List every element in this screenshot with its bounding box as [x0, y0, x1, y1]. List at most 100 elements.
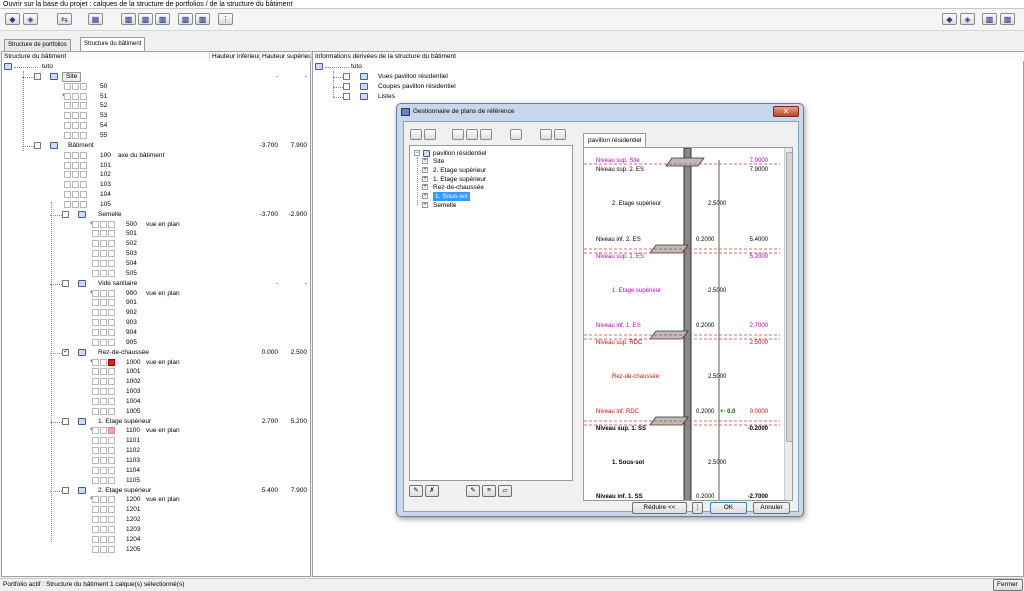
story-es2: 2. Etage supérieur: [612, 201, 662, 207]
scroll-thumb[interactable]: [786, 152, 792, 442]
level-es2-inf: Niveau inf. 2. ES: [596, 237, 641, 243]
close-button[interactable]: Fermer: [993, 579, 1023, 591]
story-row[interactable]: Rez-de-chaussée 0.000 2.500: [50, 347, 310, 358]
value-ss-sup: -0.2000: [747, 426, 768, 432]
height-es2: 2.5000: [708, 201, 727, 207]
story-row[interactable]: 1. Etage supérieur 2.700 5.200: [50, 417, 310, 427]
layer-tool-icon-3[interactable]: ▩: [155, 13, 170, 25]
story-icon: [78, 486, 86, 494]
dialog-title: Gestionnaire de plans de référence: [413, 108, 515, 115]
dlg-eraser-icon[interactable]: [424, 129, 436, 140]
close-icon[interactable]: ✕: [773, 106, 799, 117]
open-icon[interactable]: ◆: [5, 13, 20, 25]
layer-tool-icon-right-2[interactable]: ▩: [1000, 13, 1015, 25]
swap-icon[interactable]: ⇆: [57, 13, 72, 25]
sections-checkbox[interactable]: [343, 83, 350, 90]
value-es2-sup: 7.9000: [749, 167, 768, 173]
story-rdc: Rez-de-chaussée: [612, 374, 660, 380]
dlg-list-icon[interactable]: [510, 129, 522, 140]
site-checkbox[interactable]: [34, 72, 41, 80]
window-title: Ouvrir sur la base du projet : calques d…: [0, 0, 1024, 9]
lists-checkbox[interactable]: [343, 93, 350, 100]
story-icon: [78, 348, 86, 356]
reduce-button[interactable]: Réduire <<: [632, 502, 687, 514]
dlg-tool-icon-3[interactable]: [480, 129, 492, 140]
story-checkbox[interactable]: [62, 417, 69, 425]
story-row[interactable]: Semelle -3.700 -2.900: [50, 210, 310, 220]
gap-ss: 0.2000: [696, 494, 715, 500]
value-rdc-sup: 2.5000: [749, 340, 768, 346]
options-icon[interactable]: ⋮: [692, 502, 703, 514]
story-row-batiment[interactable]: Bâtiment -3.700 7.900: [22, 141, 310, 151]
reference-plane-dialog: Gestionnaire de plans de référence ✕ − p…: [396, 103, 804, 517]
dialog-body: − pavillon résidentiel + Site + 2. Etage …: [403, 121, 799, 514]
level-rdc-inf: Niveau inf. RDC: [596, 409, 640, 415]
level-es1-sup: Niveau sup. 1. ES: [596, 254, 645, 260]
dialog-app-icon: [401, 108, 410, 116]
model-icon: [423, 150, 430, 157]
batiment-icon: [50, 141, 58, 149]
cancel-button[interactable]: Annuler: [753, 502, 790, 514]
batiment-checkbox[interactable]: [34, 141, 41, 149]
edit-plane-icon-2[interactable]: ≡: [482, 485, 496, 497]
sections-icon: [360, 83, 368, 90]
story-row-site[interactable]: Site - -: [22, 71, 310, 82]
zero-mark: +- 0.0: [720, 409, 736, 415]
delete-plane-icon[interactable]: ✗: [425, 485, 439, 497]
value-ss-inf: -2.7000: [747, 494, 768, 500]
story-icon: [78, 417, 86, 425]
gap-es1: 0.2000: [696, 323, 715, 329]
eraser-icon-right[interactable]: ◈: [960, 13, 975, 25]
value-site-sup: 7.9000: [749, 158, 768, 164]
eraser-icon[interactable]: ◈: [23, 13, 38, 25]
story-checkbox[interactable]: [62, 210, 69, 218]
dlg-open-icon[interactable]: [410, 129, 422, 140]
dlg-tool-icon-1[interactable]: [452, 129, 464, 140]
story-checkbox[interactable]: [62, 347, 69, 357]
level-rdc-sup: Niveau sup. RDC: [596, 340, 643, 346]
plane-tree: − pavillon résidentiel + Site + 2. Etage …: [409, 145, 573, 481]
value-es2-inf: 5.4000: [749, 237, 768, 243]
col-hauteur-inf[interactable]: Hauteur inférieure: [210, 52, 260, 61]
dlg-tool-icon-2[interactable]: [466, 129, 478, 140]
tab-pavillon[interactable]: pavillon résidentiel: [583, 133, 647, 147]
building-icon: [315, 63, 323, 70]
layer-tool-icon-1[interactable]: ▩: [121, 13, 136, 25]
views-icon: [360, 73, 368, 80]
open-icon-right[interactable]: ◆: [942, 13, 957, 25]
building-structure-panel: Structure du bâtiment Hauteur inférieure…: [1, 51, 312, 577]
story-checkbox[interactable]: [62, 486, 69, 494]
layer-tool-icon-5[interactable]: ▩: [195, 13, 210, 25]
level-site-sup: Niveau sup. Site: [596, 158, 640, 164]
story-es1: 1. Etage supérieur: [612, 288, 662, 294]
story-row[interactable]: 2. Etage supérieur 5.400 7.900: [50, 486, 310, 496]
dlg-save-icon[interactable]: [554, 129, 566, 140]
elevation-view: Niveau sup. Site 7.9000 Niveau sup. 2. E…: [583, 147, 793, 501]
main-toolbar: ◆ ◈ ⇆ ▦ ▩ ▩ ▩ ▩ ▩ ⋮ ◆ ◈ ▩ ▩: [0, 9, 1024, 31]
value-rdc-inf: 0.0000: [749, 409, 768, 415]
level-ss-inf: Niveau inf. 1. SS: [596, 494, 643, 500]
derived-header: Informations dérivées de la structure du…: [313, 52, 1024, 61]
value-es1-sup: 5.2000: [749, 254, 768, 260]
add-plane-icon[interactable]: ✎: [409, 485, 423, 497]
tab-building[interactable]: Structure du bâtiment: [80, 37, 146, 51]
tab-portfolios[interactable]: Structure de portfolios: [4, 39, 71, 51]
layer-tool-icon-4[interactable]: ▩: [178, 13, 193, 25]
ok-button[interactable]: OK: [710, 502, 747, 514]
site-icon: [50, 72, 58, 80]
layer-tool-icon-2[interactable]: ▩: [138, 13, 153, 25]
edit-plane-icon-3[interactable]: ▱: [498, 485, 512, 497]
layers-icon[interactable]: ▦: [88, 13, 103, 25]
story-row[interactable]: Vide sanitaire - -: [50, 279, 310, 289]
col-hauteur-sup[interactable]: Hauteur supérieure: [260, 52, 312, 61]
height-ss: 2.5000: [708, 460, 727, 466]
story-checkbox[interactable]: [62, 279, 69, 287]
col-structure[interactable]: Structure du bâtiment: [2, 52, 210, 61]
views-checkbox[interactable]: [343, 73, 350, 80]
elevation-scrollbar[interactable]: [784, 148, 792, 500]
edit-plane-icon-1[interactable]: ✎: [466, 485, 480, 497]
layer-tool-icon-right-1[interactable]: ▩: [982, 13, 997, 25]
more-icon[interactable]: ⋮: [218, 13, 233, 25]
height-es1: 2.5000: [708, 288, 727, 294]
dlg-folder-icon[interactable]: [540, 129, 552, 140]
